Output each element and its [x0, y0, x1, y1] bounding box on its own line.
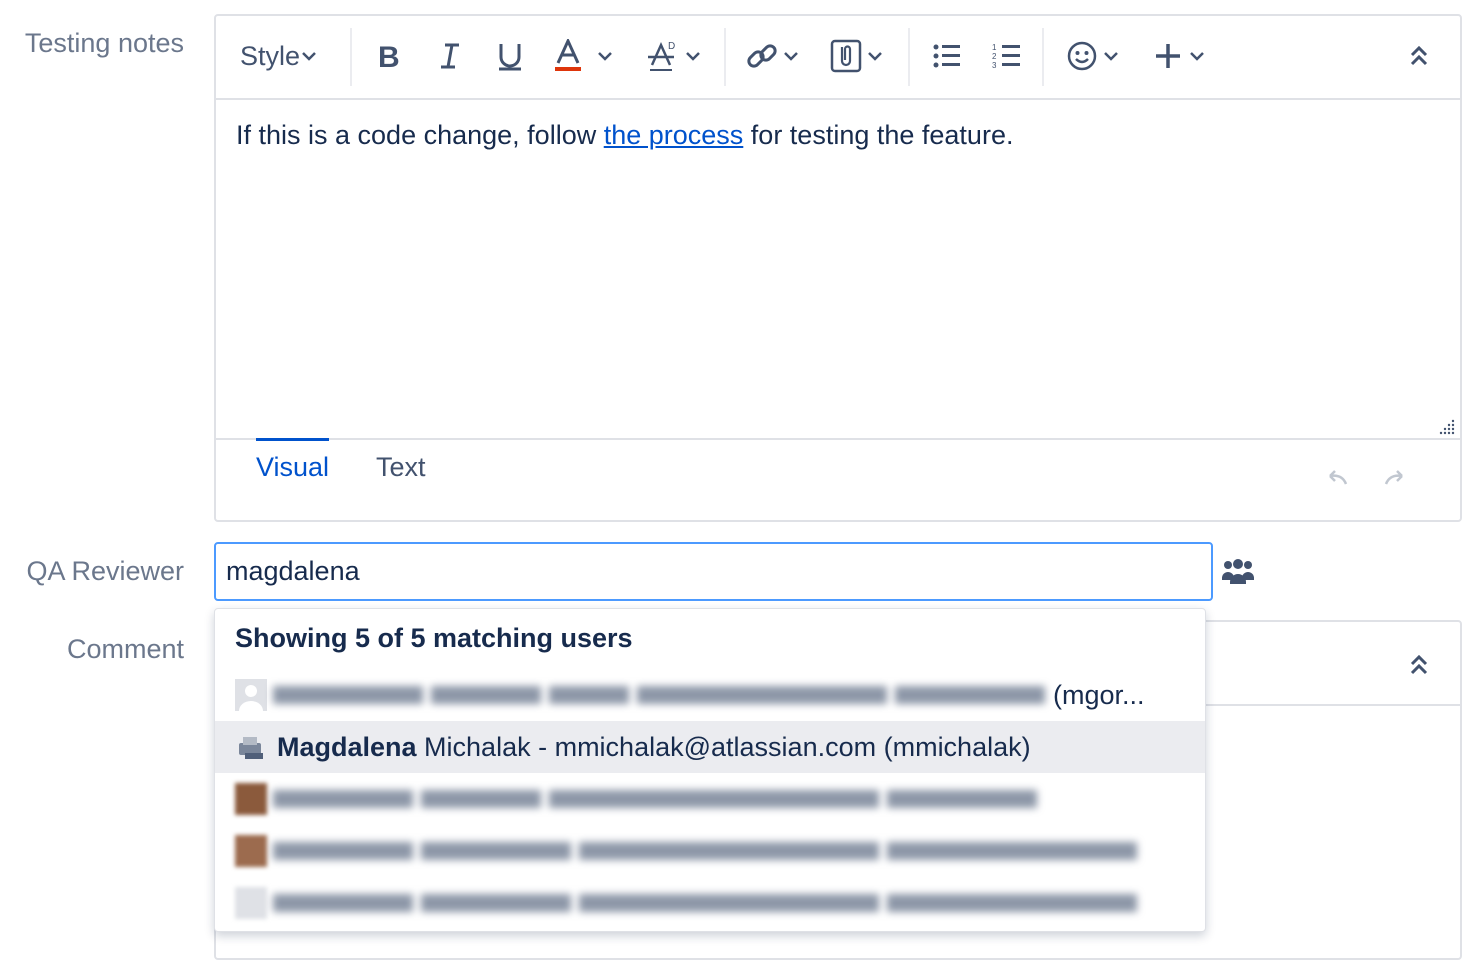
avatar [235, 835, 267, 867]
underline-button[interactable] [496, 34, 524, 78]
blurred-user-text [273, 894, 1137, 912]
user-suggestion-dropdown: Showing 5 of 5 matching users (mgor... M… [214, 608, 1206, 932]
user-match: Magdalena [277, 731, 417, 762]
avatar [235, 783, 267, 815]
chevron-down-icon [1104, 52, 1118, 61]
testing-notes-editor[interactable]: Style B D 1 2 3 If this is a code change… [214, 14, 1462, 522]
list-item[interactable] [215, 877, 1205, 929]
italic-button[interactable] [436, 34, 464, 78]
attachment-icon [830, 39, 862, 73]
chevron-down-icon [1190, 52, 1204, 61]
numbered-list-button[interactable]: 123 [992, 34, 1022, 78]
resize-handle-icon[interactable] [1436, 416, 1456, 436]
style-label: Style [240, 40, 301, 71]
svg-text:3: 3 [992, 61, 997, 70]
tab-text[interactable]: Text [376, 452, 426, 483]
emoji-button[interactable] [1066, 34, 1120, 78]
editor-content[interactable]: If this is a code change, follow the pro… [236, 120, 1013, 151]
user-group-icon[interactable] [1222, 556, 1254, 586]
link-icon [747, 44, 777, 68]
plus-icon [1156, 44, 1180, 68]
toolbar-divider [1042, 28, 1044, 86]
emoji-icon [1067, 41, 1097, 71]
svg-text:1: 1 [992, 43, 997, 52]
blurred-user-text [273, 790, 1037, 808]
content-text-after: for testing the feature. [743, 120, 1014, 150]
list-item[interactable]: Magdalena Michalak - mmichalak@atlassian… [215, 721, 1205, 773]
svg-text:D: D [668, 41, 675, 52]
toolbar-divider [350, 28, 352, 86]
testing-notes-label: Testing notes [24, 28, 184, 58]
chevron-down-icon [302, 52, 316, 61]
bold-icon: B [378, 41, 400, 72]
user-entry-text: Magdalena Michalak - mmichalak@atlassian… [277, 732, 1031, 763]
comment-label: Comment [66, 634, 184, 664]
redo-icon[interactable] [1380, 468, 1412, 488]
double-chevron-up-icon [1410, 45, 1428, 66]
chevron-down-icon [686, 52, 700, 61]
bullet-list-icon [933, 44, 960, 68]
toolbar-divider [908, 28, 910, 86]
dropdown-header: Showing 5 of 5 matching users [235, 623, 633, 653]
user-username: (mgor... [1053, 679, 1145, 710]
qa-reviewer-input[interactable] [214, 542, 1213, 601]
chevron-down-icon [598, 52, 612, 61]
clear-formatting-icon: D [648, 41, 675, 71]
insert-more-button[interactable] [1154, 34, 1206, 78]
editor-footer: Visual Text [216, 438, 1460, 520]
numbered-list-icon: 123 [992, 43, 1020, 70]
double-chevron-up-icon[interactable] [1408, 652, 1430, 678]
list-item[interactable]: (mgor... [215, 669, 1205, 721]
clear-formatting-button[interactable]: D [646, 34, 702, 78]
italic-icon [441, 43, 459, 69]
toolbar-divider [724, 28, 726, 86]
avatar [235, 887, 267, 919]
svg-text:B: B [378, 41, 400, 72]
text-color-icon [555, 39, 581, 71]
text-color-button[interactable] [554, 34, 614, 78]
blurred-user-text [273, 842, 1137, 860]
attachment-button[interactable] [830, 34, 884, 78]
bullet-list-button[interactable] [932, 34, 962, 78]
chevron-down-icon [868, 52, 882, 61]
style-dropdown[interactable]: Style [240, 34, 318, 78]
list-item[interactable] [215, 825, 1205, 877]
link-button[interactable] [746, 34, 800, 78]
tab-visual[interactable]: Visual [256, 438, 330, 483]
list-item[interactable] [215, 773, 1205, 825]
user-details: Michalak - mmichalak@atlassian.com (mmic… [416, 731, 1031, 762]
undo-icon[interactable] [1320, 468, 1352, 488]
blurred-user-text [273, 686, 1045, 704]
qa-reviewer-label: QA Reviewer [26, 556, 184, 586]
chevron-down-icon [784, 52, 798, 61]
bold-button[interactable]: B [376, 34, 404, 78]
process-link[interactable]: the process [604, 120, 744, 150]
avatar [235, 679, 267, 711]
avatar [235, 731, 267, 763]
collapse-toolbar-button[interactable] [1408, 34, 1430, 78]
content-text-before: If this is a code change, follow [236, 120, 604, 150]
underline-icon [499, 44, 521, 71]
svg-text:2: 2 [992, 52, 997, 61]
editor-toolbar: Style B D 1 2 3 [216, 16, 1460, 100]
